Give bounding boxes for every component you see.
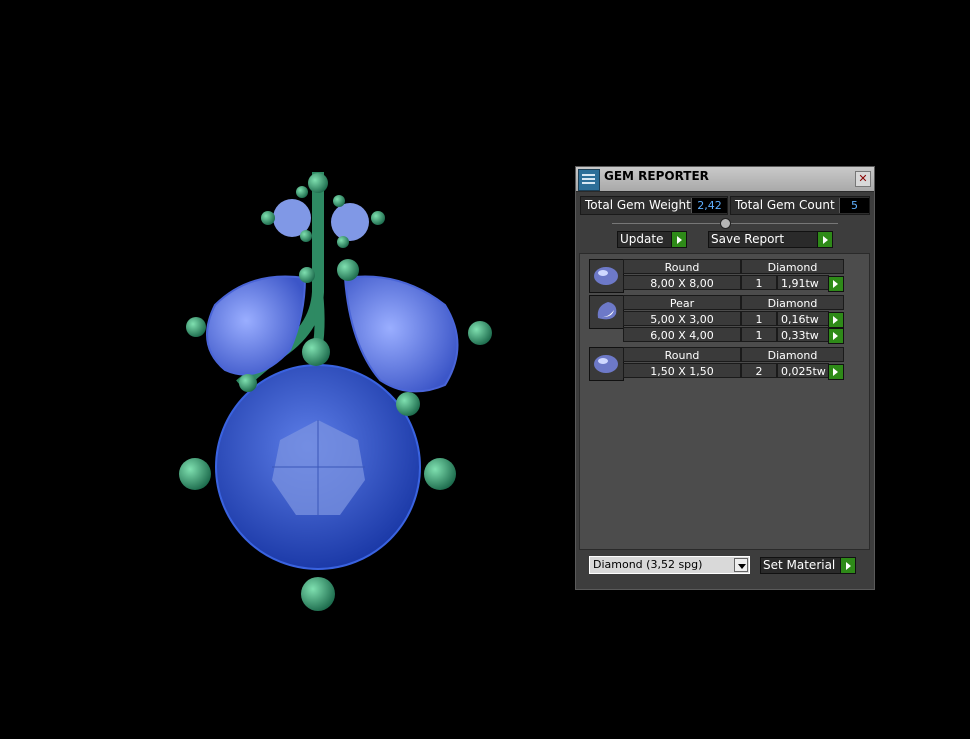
save-report-button-label: Save Report	[711, 232, 785, 246]
gem-reporter-panel: GEM REPORTER ✕ Total Gem Weight 2,42 Tot…	[575, 166, 875, 590]
group-shape: Pear	[623, 295, 741, 310]
total-gem-count: Total Gem Count 5	[730, 196, 870, 215]
group-material: Diamond	[741, 295, 844, 310]
gem-size: 1,50 X 1,50	[623, 363, 741, 378]
row-select-play-icon[interactable]	[828, 328, 844, 344]
round-gem-thumbnail[interactable]	[589, 347, 624, 381]
gem-weight: 0,025tw	[777, 363, 829, 378]
gem-weight: 1,91tw	[777, 275, 829, 290]
chevron-down-icon[interactable]	[734, 558, 748, 572]
small-round-gem-right	[331, 203, 369, 241]
row-select-play-icon[interactable]	[828, 276, 844, 292]
total-count-label: Total Gem Count	[735, 198, 835, 212]
row-select-play-icon[interactable]	[828, 312, 844, 328]
panel-titlebar[interactable]: GEM REPORTER ✕	[576, 167, 874, 192]
gem-reporter-icon	[578, 169, 600, 191]
total-gem-weight: Total Gem Weight 2,42	[580, 196, 728, 215]
gem-size: 5,00 X 3,00	[623, 311, 741, 326]
gem-weight: 0,16tw	[777, 311, 829, 326]
update-button[interactable]: Update	[617, 231, 687, 248]
update-button-label: Update	[620, 232, 664, 246]
group-material: Diamond	[741, 259, 844, 274]
total-count-value: 5	[839, 198, 869, 213]
material-select-value: Diamond (3,52 spg)	[593, 558, 703, 571]
total-weight-value: 2,42	[691, 198, 727, 213]
pear-gem-thumbnail[interactable]	[589, 295, 624, 329]
group-shape: Round	[623, 347, 741, 362]
gem-list[interactable]: Round Diamond 8,00 X 8,00 1 1,91tw Pear …	[579, 253, 870, 550]
gem-quantity: 2	[741, 363, 777, 378]
gem-size: 8,00 X 8,00	[623, 275, 741, 290]
material-select[interactable]: Diamond (3,52 spg)	[589, 556, 750, 574]
zoom-slider-knob[interactable]	[720, 218, 731, 229]
set-material-button[interactable]: Set Material	[760, 557, 856, 574]
panel-title: GEM REPORTER	[604, 169, 709, 183]
gem-quantity: 1	[741, 327, 777, 342]
group-shape: Round	[623, 259, 741, 274]
gem-quantity: 1	[741, 311, 777, 326]
total-weight-label: Total Gem Weight	[585, 198, 691, 212]
update-play-icon	[671, 232, 686, 247]
gem-size: 6,00 X 4,00	[623, 327, 741, 342]
round-gem-thumbnail[interactable]	[589, 259, 624, 293]
pear-gem-left	[206, 275, 307, 376]
gem-weight: 0,33tw	[777, 327, 829, 342]
set-material-button-label: Set Material	[763, 558, 836, 572]
pendant-model	[179, 172, 492, 611]
set-material-play-icon	[840, 558, 855, 573]
3d-viewport[interactable]	[0, 0, 560, 735]
group-material: Diamond	[741, 347, 844, 362]
gem-quantity: 1	[741, 275, 777, 290]
close-icon[interactable]: ✕	[855, 171, 871, 187]
save-report-play-icon	[817, 232, 832, 247]
save-report-button[interactable]: Save Report	[708, 231, 833, 248]
row-select-play-icon[interactable]	[828, 364, 844, 380]
